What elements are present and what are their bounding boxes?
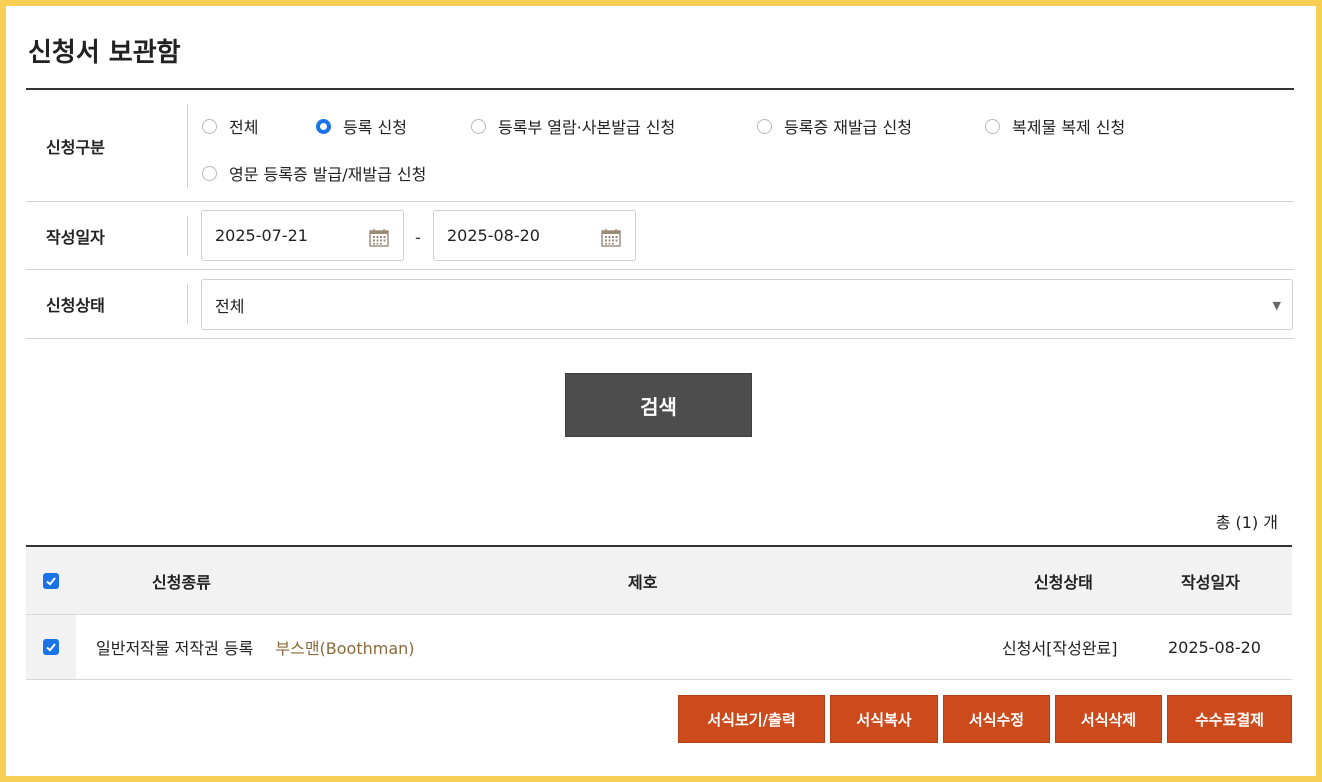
radio-label: 등록부 열람·사본발급 신청: [498, 118, 676, 137]
chevron-down-icon: ▼: [1272, 299, 1281, 312]
check-icon: [46, 576, 56, 586]
radio-type-duplicate[interactable]: 복제물 복제 신청: [985, 114, 1125, 138]
column-header-kind: 신청종류: [152, 572, 211, 592]
date-range-separator: -: [415, 228, 421, 247]
page-frame: 신청서 보관함 신청구분 전체 등록 신청 등록부 열람·사본발급 신청 등록증…: [0, 0, 1322, 782]
table-row[interactable]: 일반저작물 저작권 등록 부스맨(Boothman) 신청서[작성완료] 202…: [26, 615, 1292, 680]
row-date: 2025-08-20: [1168, 637, 1261, 657]
radio-label: 전체: [229, 118, 259, 137]
status-select[interactable]: 전체 ▼: [201, 279, 1293, 330]
type-label: 신청구분: [46, 137, 105, 157]
date-to-input[interactable]: 2025-08-20: [433, 210, 636, 261]
action-bar: 서식보기/출력 서식복사 서식수정 서식삭제 수수료결제: [678, 695, 1292, 743]
status-select-value: 전체: [215, 296, 245, 316]
column-header-date: 작성일자: [1181, 572, 1240, 592]
radio-label: 영문 등록증 발급/재발급 신청: [229, 165, 427, 184]
radio-type-all[interactable]: 전체: [202, 114, 258, 138]
label-divider: [187, 104, 188, 188]
radio-type-view-copy[interactable]: 등록부 열람·사본발급 신청: [471, 114, 675, 138]
radio-label: 복제물 복제 신청: [1012, 118, 1126, 137]
header-check-cell: [26, 547, 76, 614]
radio-type-registration[interactable]: 등록 신청: [316, 114, 407, 138]
row-kind: 일반저작물 저작권 등록: [96, 639, 254, 658]
row-title-link[interactable]: 부스맨(Boothman): [275, 635, 414, 659]
date-from-value: 2025-07-21: [215, 226, 308, 245]
search-form: 신청구분 전체 등록 신청 등록부 열람·사본발급 신청 등록증 재발급 신청 …: [26, 88, 1294, 339]
check-icon: [46, 643, 56, 652]
filter-row-date: 작성일자 2025-07-21 - 2025-08-20: [26, 202, 1294, 270]
status-label: 신청상태: [46, 296, 105, 315]
page-title: 신청서 보관함: [28, 38, 181, 68]
radio-icon: [985, 118, 1000, 134]
radio-icon: [471, 118, 486, 134]
row-kind-cell: 일반저작물 저작권 등록 부스맨(Boothman): [96, 615, 415, 679]
results-table: 신청종류 제호 신청상태 작성일자 일반저작물 저작권 등록 부스맨(Booth…: [26, 545, 1292, 680]
radio-label: 등록증 재발급 신청: [784, 118, 912, 137]
label-divider: [187, 216, 188, 256]
select-all-checkbox[interactable]: [43, 572, 59, 589]
radio-icon: [316, 118, 331, 134]
radio-icon: [757, 118, 772, 134]
table-header: 신청종류 제호 신청상태 작성일자: [26, 547, 1292, 615]
column-header-title: 제호: [628, 572, 658, 592]
calendar-icon[interactable]: [369, 228, 389, 247]
date-from-input[interactable]: 2025-07-21: [201, 210, 404, 261]
pay-fee-button[interactable]: 수수료결제: [1167, 695, 1292, 743]
filter-row-status: 신청상태 전체 ▼: [26, 270, 1294, 339]
copy-form-button[interactable]: 서식복사: [830, 695, 938, 743]
date-label: 작성일자: [46, 227, 105, 247]
radio-icon: [202, 118, 217, 134]
delete-form-button[interactable]: 서식삭제: [1055, 695, 1162, 743]
calendar-icon[interactable]: [601, 228, 621, 247]
view-print-form-button[interactable]: 서식보기/출력: [678, 695, 825, 743]
radio-label: 등록 신청: [343, 118, 407, 137]
edit-form-button[interactable]: 서식수정: [943, 695, 1050, 743]
row-status: 신청서[작성완료]: [1002, 639, 1118, 658]
radio-type-reissue[interactable]: 등록증 재발급 신청: [757, 114, 912, 138]
radio-icon: [202, 165, 217, 181]
radio-type-english-cert[interactable]: 영문 등록증 발급/재발급 신청: [202, 161, 426, 185]
label-divider: [187, 284, 188, 324]
column-header-status: 신청상태: [1034, 572, 1093, 592]
row-check-cell: [26, 615, 76, 679]
result-count: 총 (1) 개: [1215, 513, 1278, 532]
search-button[interactable]: 검색: [565, 373, 752, 437]
filter-row-type: 신청구분 전체 등록 신청 등록부 열람·사본발급 신청 등록증 재발급 신청 …: [26, 90, 1294, 202]
row-checkbox[interactable]: [43, 639, 59, 655]
date-to-value: 2025-08-20: [447, 226, 540, 245]
